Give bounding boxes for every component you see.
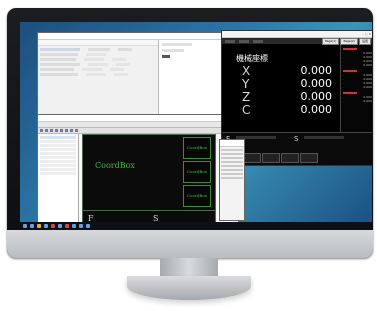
tool-icon[interactable] [60,129,63,132]
taskbar[interactable] [20,222,372,230]
axis-letter: Z [242,90,251,104]
dialog-titlebar [220,140,244,147]
function-key[interactable] [281,153,299,163]
axis-row-x: X 0.000 [242,64,333,78]
ide-designer-window[interactable]: CoordBox CoordBox CoordBox CoordBox F S [37,114,239,228]
axis-value: 0.000 [300,77,333,90]
cnc-side-panel: · 0.000 · 0.000 · 0.000 · 0.000 · 0.000 · 0.00… [340,45,372,133]
property-dialog[interactable] [219,139,245,221]
taskbar-app-icon[interactable] [37,224,41,228]
tree-item[interactable] [40,136,76,139]
taskbar-app-icon[interactable] [51,224,55,228]
function-key[interactable] [300,153,318,163]
cnc-titlebar: – ▢ ✕ [222,31,372,38]
taskbar-app-icon[interactable] [79,224,83,228]
tool-icon[interactable] [75,129,78,132]
explorer-titlebar: – ▢ ✕ [38,33,238,40]
monitor: – ▢ ✕ [7,8,373,258]
tree-item[interactable] [40,140,76,143]
tool-icon[interactable] [70,129,73,132]
axis-value: 0.000 [300,103,333,116]
taskbar-app-icon[interactable] [86,224,90,228]
tree-item[interactable] [40,152,76,155]
tool-icon[interactable] [55,129,58,132]
tool-icon[interactable] [50,129,53,132]
side-line: · 0.000 [343,99,372,103]
tree-item[interactable] [40,160,76,163]
start-icon[interactable] [23,224,27,228]
ide-titlebar [38,115,238,122]
function-key[interactable] [262,153,280,163]
axis-letter: C [242,103,251,117]
taskbar-app-icon[interactable] [65,224,69,228]
taskbar-app-icon[interactable] [72,224,76,228]
axis-letter: Y [242,77,250,91]
axis-value: 0.000 [300,90,333,103]
taskbar-app-icon[interactable] [58,224,62,228]
function-key[interactable] [243,153,261,163]
cnc-page-tabs[interactable]: Page(1) Page(2) 设置 [321,38,371,45]
tool-icon[interactable] [65,129,68,132]
spindle-letter: S [294,135,299,143]
coordbox-side-3[interactable]: CoordBox [183,185,211,207]
taskbar-app-icon[interactable] [30,224,34,228]
tool-icon[interactable] [40,129,43,132]
tree-item[interactable] [40,156,76,159]
tool-icon[interactable] [45,129,48,132]
coordbox-side-2[interactable]: CoordBox [183,161,211,183]
settings-button[interactable]: 设置 [358,38,371,45]
desktop-screen: – ▢ ✕ [20,22,372,230]
coordbox-main-label: CoordBox [95,161,135,170]
tree-item[interactable] [40,172,76,175]
monitor-chin [7,230,373,258]
axis-value: 0.000 [300,64,333,77]
axis-letter: X [242,64,251,78]
axis-row-z: Z 0.000 [242,90,333,104]
coord-title: 機械座標 [236,54,268,63]
file-explorer-window[interactable]: – ▢ ✕ [37,32,239,124]
ide-component-tree[interactable] [38,134,79,227]
design-canvas[interactable]: CoordBox CoordBox CoordBox CoordBox [82,134,216,212]
axis-row-y: Y 0.000 [242,77,333,91]
tree-item[interactable] [40,144,76,147]
tab-page-1[interactable]: Page(1) [321,38,340,45]
tab-page-2[interactable]: Page(2) [340,38,358,45]
monitor-stand-base [127,276,251,300]
tree-item[interactable] [40,168,76,171]
taskbar-app-icon[interactable] [44,224,48,228]
tree-item[interactable] [40,164,76,167]
axis-row-c: C 0.000 [242,103,333,117]
coordbox-side-1[interactable]: CoordBox [183,137,211,159]
tree-item[interactable] [40,148,76,151]
